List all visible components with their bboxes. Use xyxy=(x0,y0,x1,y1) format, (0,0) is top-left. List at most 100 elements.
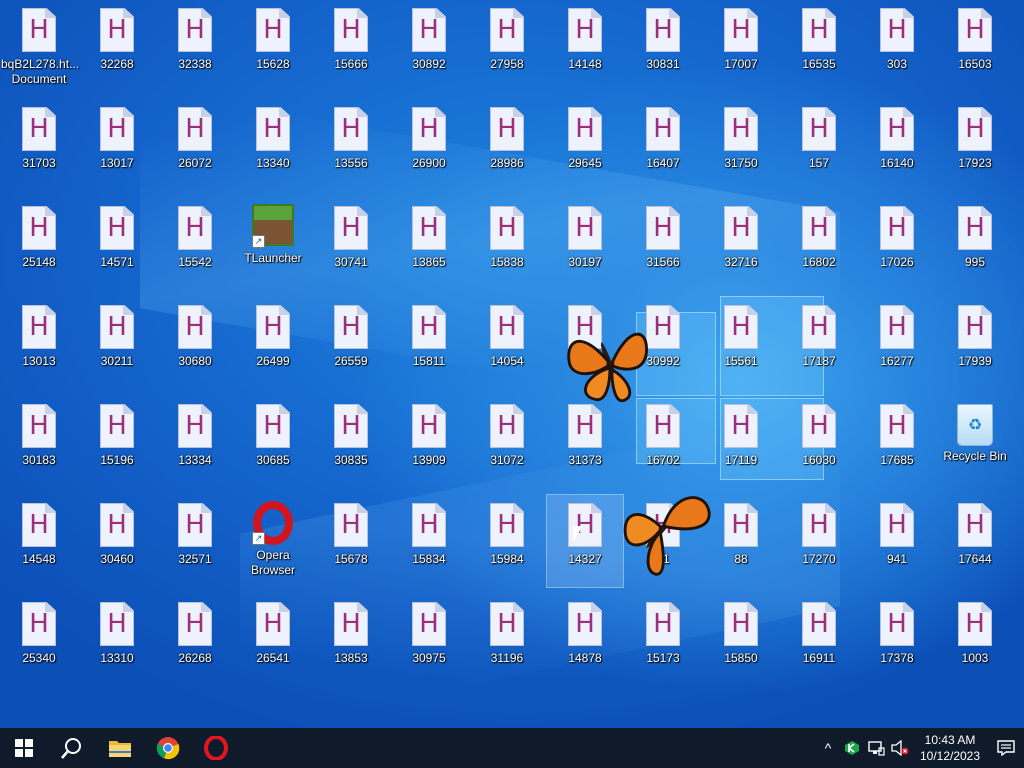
desktop-file-icon[interactable]: H 15628 xyxy=(235,0,311,92)
desktop-file-icon[interactable]: H 941 xyxy=(859,495,935,587)
file-explorer-button[interactable] xyxy=(96,728,144,768)
desktop-file-icon[interactable]: H 13909 xyxy=(391,396,467,488)
desktop-file-icon[interactable]: H 15834 xyxy=(391,495,467,587)
desktop-file-icon[interactable]: H 14327 xyxy=(546,494,624,588)
desktop-file-icon[interactable]: H 157 xyxy=(781,99,857,191)
desktop-file-icon[interactable]: H 29645 xyxy=(547,99,623,191)
desktop-file-icon[interactable]: H 30685 xyxy=(235,396,311,488)
desktop-file-icon[interactable]: H 16277 xyxy=(859,297,935,389)
desktop-file-icon[interactable]: H 16535 xyxy=(781,0,857,92)
desktop-file-icon[interactable]: H 32716 xyxy=(703,198,779,290)
desktop-shortcut-tlauncher[interactable]: ↗ TLauncher xyxy=(235,198,311,290)
desktop-file-icon[interactable]: H 16503 xyxy=(937,0,1013,92)
desktop-file-icon[interactable]: H 15666 xyxy=(313,0,389,92)
desktop-file-icon[interactable]: H 30975 xyxy=(391,594,467,686)
desktop-file-icon[interactable]: H 17119 xyxy=(703,396,779,488)
desktop-file-icon[interactable]: H 17644 xyxy=(937,495,1013,587)
desktop-file-icon[interactable]: H 30197 xyxy=(547,198,623,290)
desktop-file-icon[interactable]: H 31196 xyxy=(469,594,545,686)
desktop-file-icon[interactable]: H 30211 xyxy=(79,297,155,389)
desktop-file-icon[interactable]: H 13865 xyxy=(391,198,467,290)
desktop-file-icon[interactable]: H 303 xyxy=(859,0,935,92)
desktop-file-icon[interactable]: H 26499 xyxy=(235,297,311,389)
desktop-file-icon[interactable]: H 25148 xyxy=(1,198,77,290)
desktop-file-icon[interactable]: H 16140 xyxy=(859,99,935,191)
desktop-file-icon[interactable]: H 17923 xyxy=(937,99,1013,191)
desktop-file-icon[interactable]: H 25340 xyxy=(1,594,77,686)
start-button[interactable] xyxy=(0,728,48,768)
desktop-file-icon[interactable]: H 15196 xyxy=(79,396,155,488)
desktop-file-icon[interactable]: H 30831 xyxy=(625,0,701,92)
desktop-file-icon[interactable]: H 14148 xyxy=(547,0,623,92)
desktop-file-icon[interactable]: H 15811 xyxy=(391,297,467,389)
desktop-file-icon[interactable]: H xyxy=(547,297,623,389)
desktop-file-icon[interactable]: H 88 xyxy=(703,495,779,587)
desktop-file-icon[interactable]: H 31750 xyxy=(703,99,779,191)
desktop-file-icon[interactable]: H 30992 xyxy=(625,297,701,389)
desktop-file-icon[interactable]: H 17939 xyxy=(937,297,1013,389)
desktop-file-icon[interactable]: H 995 xyxy=(937,198,1013,290)
desktop-file-icon[interactable]: H 26268 xyxy=(157,594,233,686)
desktop-file-icon[interactable]: H 16702 xyxy=(625,396,701,488)
desktop-file-icon[interactable]: H 26559 xyxy=(313,297,389,389)
clock-button[interactable]: 10:43 AM 10/12/2023 xyxy=(912,732,988,764)
desktop-file-icon[interactable]: H 16802 xyxy=(781,198,857,290)
desktop-file-icon[interactable]: H 32571 xyxy=(157,495,233,587)
desktop-file-icon[interactable]: H 17378 xyxy=(859,594,935,686)
desktop-file-icon[interactable]: H 31703 xyxy=(1,99,77,191)
desktop-file-icon[interactable]: H 32338 xyxy=(157,0,233,92)
desktop-recycle-bin[interactable]: Recycle Bin xyxy=(937,396,1013,488)
desktop-file-icon[interactable]: H 13340 xyxy=(235,99,311,191)
desktop-file-icon[interactable]: H 14054 xyxy=(469,297,545,389)
desktop-file-icon[interactable]: H 30460 xyxy=(79,495,155,587)
desktop-file-icon[interactable]: H 15984 xyxy=(469,495,545,587)
desktop-file-icon[interactable]: H 31072 xyxy=(469,396,545,488)
desktop-file-icon[interactable]: H 13013 xyxy=(1,297,77,389)
desktop-file-icon[interactable]: H 30183 xyxy=(1,396,77,488)
desktop-file-icon[interactable]: H 17007 xyxy=(703,0,779,92)
desktop-file-icon[interactable]: H 30741 xyxy=(313,198,389,290)
action-center-button[interactable] xyxy=(988,728,1024,768)
desktop-file-icon[interactable]: H 15850 xyxy=(703,594,779,686)
desktop-file-icon[interactable]: H 13556 xyxy=(313,99,389,191)
desktop-file-icon[interactable]: H 1003 xyxy=(937,594,1013,686)
desktop-file-icon[interactable]: H 15561 xyxy=(703,297,779,389)
desktop-file-icon[interactable]: H 14548 xyxy=(1,495,77,587)
desktop-file-icon[interactable]: H 30680 xyxy=(157,297,233,389)
desktop-file-icon[interactable]: HbqB2L278.ht... Document xyxy=(1,0,79,92)
desktop-file-icon[interactable]: H 26900 xyxy=(391,99,467,191)
search-button[interactable] xyxy=(48,728,96,768)
desktop-file-icon[interactable]: H 28986 xyxy=(469,99,545,191)
desktop-file-icon[interactable]: H 17270 xyxy=(781,495,857,587)
desktop-file-icon[interactable]: H 14571 xyxy=(79,198,155,290)
desktop-file-icon[interactable]: H 17685 xyxy=(859,396,935,488)
desktop[interactable]: HbqB2L278.ht... Document H 32268 H 32338 H 156… xyxy=(0,0,1024,728)
desktop-file-icon[interactable]: H 13334 xyxy=(157,396,233,488)
network-button[interactable] xyxy=(864,728,888,768)
desktop-file-icon[interactable]: H 16407 xyxy=(625,99,701,191)
show-hidden-icons-button[interactable]: ^ xyxy=(816,728,840,768)
desktop-file-icon[interactable]: H 15542 xyxy=(157,198,233,290)
volume-button[interactable] xyxy=(888,728,912,768)
desktop-file-icon[interactable]: H 17026 xyxy=(859,198,935,290)
desktop-file-icon[interactable]: H 15678 xyxy=(313,495,389,587)
desktop-file-icon[interactable]: H 15173 xyxy=(625,594,701,686)
desktop-file-icon[interactable]: H 13853 xyxy=(313,594,389,686)
desktop-file-icon[interactable]: H 30892 xyxy=(391,0,467,92)
desktop-file-icon[interactable]: H 13017 xyxy=(79,99,155,191)
desktop-file-icon[interactable]: H 26541 xyxy=(235,594,311,686)
desktop-file-icon[interactable]: H 13310 xyxy=(79,594,155,686)
desktop-file-icon[interactable]: H 30835 xyxy=(313,396,389,488)
security-tray-button[interactable] xyxy=(840,728,864,768)
desktop-file-icon[interactable]: H 14878 xyxy=(547,594,623,686)
desktop-file-icon[interactable]: H 15838 xyxy=(469,198,545,290)
desktop-file-icon[interactable]: H 16030 xyxy=(781,396,857,488)
desktop-file-icon[interactable]: H 32268 xyxy=(79,0,155,92)
desktop-file-icon[interactable]: H 31566 xyxy=(625,198,701,290)
desktop-file-icon[interactable]: H 16911 xyxy=(781,594,857,686)
desktop-file-icon[interactable]: H 26072 xyxy=(157,99,233,191)
desktop-file-icon[interactable]: H 31373 xyxy=(547,396,623,488)
opera-taskbar-button[interactable] xyxy=(192,728,240,768)
desktop-shortcut-opera[interactable]: ↗ Opera Browser xyxy=(235,495,311,587)
desktop-file-icon[interactable]: H 21 xyxy=(625,495,701,587)
